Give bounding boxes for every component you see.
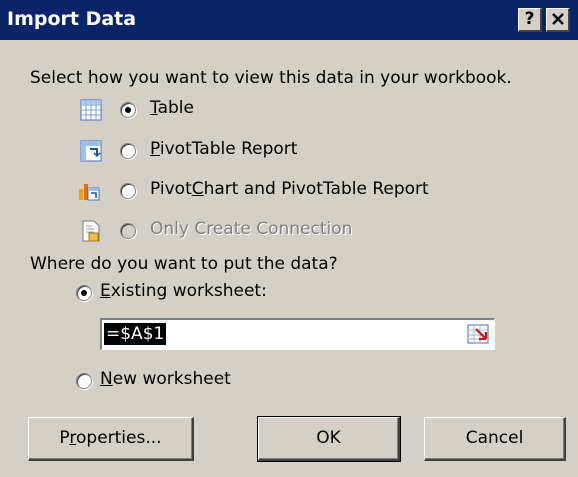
- dialog-title: Import Data: [7, 8, 137, 30]
- new-worksheet-label: New worksheet: [100, 369, 231, 389]
- pivotchart-radio[interactable]: [120, 183, 136, 199]
- pivotchart-label: PivotChart and PivotTable Report: [150, 179, 429, 199]
- view-prompt: Select how you want to view this data in…: [30, 68, 512, 88]
- table-label: Table: [150, 98, 194, 118]
- pivotchart-icon: [79, 184, 100, 201]
- existing-worksheet-label: Existing worksheet:: [100, 281, 267, 301]
- table-mnemonic: T: [150, 98, 158, 118]
- properties-label-pre: P: [59, 428, 70, 448]
- new-worksheet-radio[interactable]: [76, 373, 92, 389]
- existing-worksheet-radio[interactable]: [76, 285, 92, 301]
- existing-label-post: xisting worksheet:: [110, 281, 267, 301]
- cell-reference-value[interactable]: =$A$1: [104, 323, 167, 345]
- properties-label-post: operties...: [76, 428, 162, 448]
- pivottable-label: PivotTable Report: [150, 139, 297, 159]
- collapse-dialog-icon[interactable]: [466, 323, 490, 345]
- cell-reference-input[interactable]: =$A$1: [100, 318, 495, 350]
- cancel-button[interactable]: Cancel: [424, 417, 566, 461]
- close-button[interactable]: [546, 8, 570, 32]
- properties-button[interactable]: Properties...: [28, 417, 194, 461]
- pivotchart-mnemonic: C: [191, 179, 204, 199]
- table-label-post: able: [157, 98, 194, 118]
- existing-mnemonic: E: [100, 281, 111, 301]
- pivotchart-label-pre: Pivot: [150, 179, 192, 199]
- pivotchart-label-post: hart and PivotTable Report: [203, 179, 429, 199]
- pivottable-mnemonic: P: [150, 139, 160, 159]
- close-icon: [551, 13, 564, 25]
- pivottable-icon: [80, 140, 102, 162]
- import-data-dialog: Import Data ? Select how you want to vie…: [0, 0, 578, 477]
- connection-icon: [82, 220, 100, 242]
- title-bar: Import Data ?: [0, 0, 578, 40]
- pivottable-radio[interactable]: [120, 143, 136, 159]
- connection-radio: [120, 223, 136, 239]
- ok-button[interactable]: OK: [257, 416, 401, 462]
- new-mnemonic: N: [100, 369, 113, 389]
- new-label-post: ew worksheet: [112, 369, 231, 389]
- connection-label: Only Create Connection: [150, 219, 353, 239]
- help-button[interactable]: ?: [518, 8, 542, 32]
- pivottable-label-post: ivotTable Report: [159, 139, 298, 159]
- table-radio[interactable]: [120, 102, 136, 118]
- table-icon: [80, 99, 102, 121]
- properties-mnemonic: r: [69, 428, 76, 448]
- destination-prompt: Where do you want to put the data?: [30, 254, 338, 274]
